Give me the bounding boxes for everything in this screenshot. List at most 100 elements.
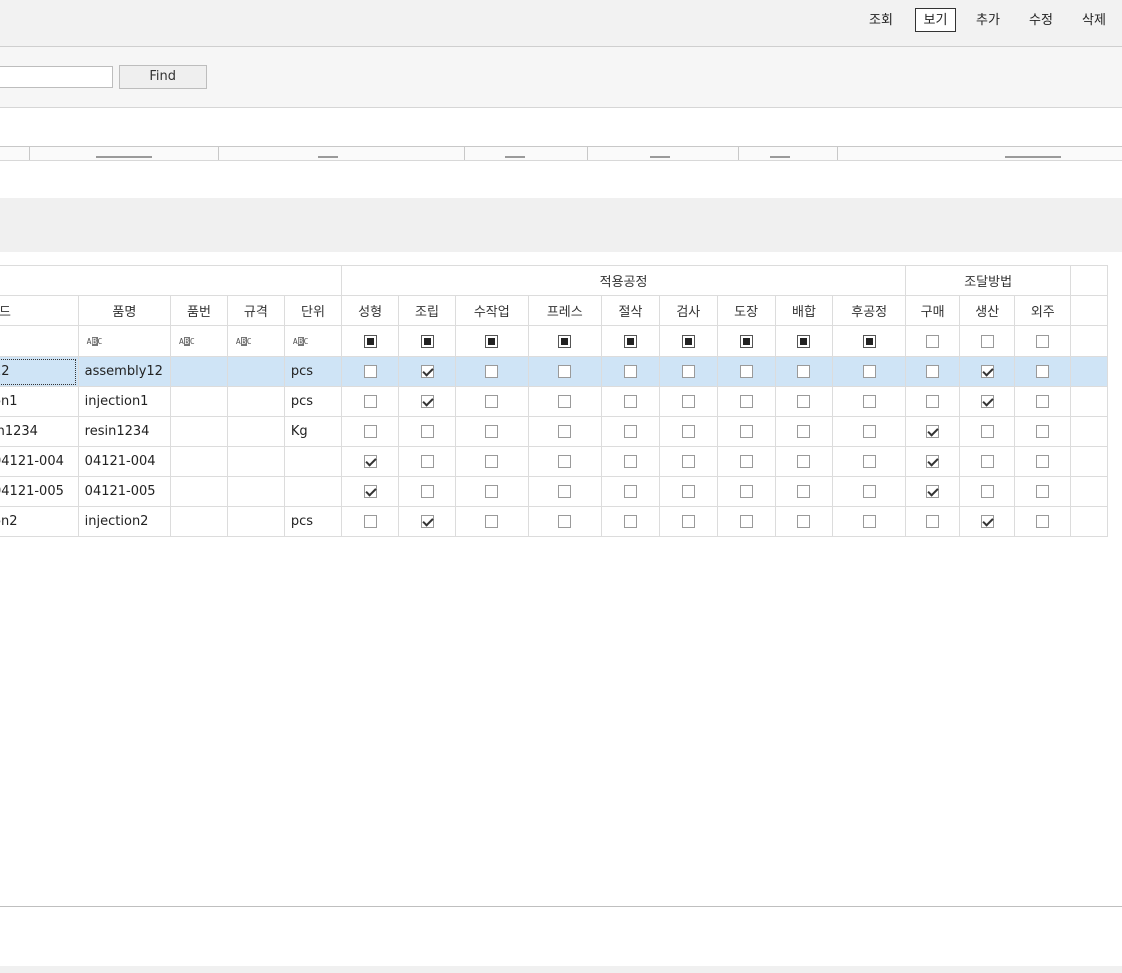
cell-inspection[interactable] bbox=[658, 416, 718, 447]
filter-checkbox-purchase[interactable] bbox=[904, 325, 961, 357]
cell-painting[interactable] bbox=[716, 386, 776, 417]
table-row[interactable]: 12assembly12 pcs bbox=[0, 356, 1108, 387]
checkbox-icon[interactable] bbox=[485, 425, 499, 438]
cell-outsourcing[interactable] bbox=[1014, 446, 1072, 477]
cell-molding[interactable] bbox=[341, 446, 400, 477]
cell-code[interactable]: 04121-004 bbox=[0, 446, 79, 477]
checkbox-icon[interactable] bbox=[363, 425, 377, 438]
filter-checkbox-post-process[interactable] bbox=[832, 325, 906, 357]
column-header-press[interactable]: 프레스 bbox=[527, 295, 603, 326]
checked-checkbox-icon[interactable] bbox=[363, 455, 377, 468]
checkbox-icon[interactable] bbox=[1036, 365, 1050, 378]
cell-outsourcing[interactable] bbox=[1014, 506, 1072, 537]
checkbox-icon[interactable] bbox=[1036, 455, 1050, 468]
checked-checkbox-icon[interactable] bbox=[980, 515, 994, 528]
column-header-purchase[interactable]: 구매 bbox=[904, 295, 961, 326]
checkbox-icon[interactable] bbox=[739, 485, 753, 498]
cell-press[interactable] bbox=[527, 386, 603, 417]
column-header-painting[interactable]: 도장 bbox=[716, 295, 776, 326]
checkbox-icon[interactable] bbox=[1036, 515, 1050, 528]
indeterminate-checkbox-icon[interactable] bbox=[862, 334, 876, 348]
filter-checkbox-molding[interactable] bbox=[341, 325, 400, 357]
checkbox-icon[interactable] bbox=[363, 365, 377, 378]
cell-manual-work[interactable] bbox=[454, 476, 529, 507]
checked-checkbox-icon[interactable] bbox=[420, 395, 434, 408]
cell-cutting[interactable] bbox=[601, 386, 660, 417]
checkbox-icon[interactable] bbox=[926, 515, 940, 528]
cell-production[interactable] bbox=[959, 356, 1016, 387]
checkbox-icon[interactable] bbox=[797, 515, 811, 528]
column-header-manual-work[interactable]: 수작업 bbox=[454, 295, 529, 326]
cell-cutting[interactable] bbox=[601, 356, 660, 387]
table-row[interactable]: 04121-005 04121-005 bbox=[0, 476, 1108, 507]
checkbox-icon[interactable] bbox=[980, 425, 994, 438]
checkbox-icon[interactable] bbox=[485, 515, 499, 528]
indeterminate-checkbox-icon[interactable] bbox=[623, 334, 637, 348]
filter-checkbox-painting[interactable] bbox=[716, 325, 776, 357]
checkbox-icon[interactable] bbox=[980, 485, 994, 498]
checkbox-icon[interactable] bbox=[681, 395, 695, 408]
cell-manual-work[interactable] bbox=[454, 416, 529, 447]
checked-checkbox-icon[interactable] bbox=[926, 425, 940, 438]
checkbox-icon[interactable] bbox=[681, 515, 695, 528]
filter-checkbox-inspection[interactable] bbox=[658, 325, 718, 357]
cell-assembly[interactable] bbox=[398, 356, 456, 387]
column-header-mixing[interactable]: 배합 bbox=[774, 295, 834, 326]
cell-name[interactable]: assembly12 bbox=[77, 356, 171, 387]
cell-inspection[interactable] bbox=[658, 506, 718, 537]
search-input[interactable] bbox=[0, 66, 113, 88]
cell-code[interactable]: on1 bbox=[0, 386, 79, 417]
cell-outsourcing[interactable] bbox=[1014, 356, 1072, 387]
column-header-production[interactable]: 생산 bbox=[959, 295, 1016, 326]
checkbox-icon[interactable] bbox=[485, 485, 499, 498]
checkbox-icon[interactable] bbox=[485, 395, 499, 408]
cell-assembly[interactable] bbox=[398, 476, 456, 507]
cell-inspection[interactable] bbox=[658, 356, 718, 387]
filter-checkbox-production[interactable] bbox=[959, 325, 1016, 357]
checkbox-icon[interactable] bbox=[558, 425, 572, 438]
checkbox-icon[interactable] bbox=[558, 365, 572, 378]
checkbox-icon[interactable] bbox=[980, 334, 994, 348]
checkbox-icon[interactable] bbox=[558, 485, 572, 498]
checkbox-icon[interactable] bbox=[623, 485, 637, 498]
text-filter-spec[interactable]: ABC bbox=[226, 325, 285, 357]
checkbox-icon[interactable] bbox=[1036, 425, 1050, 438]
cell-assembly[interactable] bbox=[398, 386, 456, 417]
cell-post-process[interactable] bbox=[832, 446, 906, 477]
cell-code[interactable]: on2 bbox=[0, 506, 79, 537]
cell-manual-work[interactable] bbox=[454, 446, 529, 477]
checkbox-icon[interactable] bbox=[797, 395, 811, 408]
cell-spec[interactable] bbox=[226, 476, 285, 507]
cell-part-no[interactable] bbox=[169, 506, 228, 537]
cell-part-no[interactable] bbox=[169, 416, 228, 447]
column-header-inspection[interactable]: 검사 bbox=[658, 295, 718, 326]
column-header-code[interactable]: 코드 bbox=[0, 295, 79, 326]
view-button[interactable]: 보기 bbox=[915, 8, 956, 32]
filter-checkbox-press[interactable] bbox=[527, 325, 603, 357]
delete-button[interactable]: 삭제 bbox=[1074, 8, 1114, 32]
table-row[interactable]: on2injection2 pcs bbox=[0, 506, 1108, 537]
checkbox-icon[interactable] bbox=[739, 365, 753, 378]
cell-molding[interactable] bbox=[341, 416, 400, 447]
cell-unit[interactable] bbox=[283, 476, 343, 507]
checkbox-icon[interactable] bbox=[926, 334, 940, 348]
cell-spec[interactable] bbox=[226, 506, 285, 537]
checkbox-icon[interactable] bbox=[926, 395, 940, 408]
checkbox-icon[interactable] bbox=[558, 515, 572, 528]
cell-manual-work[interactable] bbox=[454, 506, 529, 537]
cell-part-no[interactable] bbox=[169, 386, 228, 417]
cell-molding[interactable] bbox=[341, 476, 400, 507]
cell-manual-work[interactable] bbox=[454, 356, 529, 387]
cell-name[interactable]: injection2 bbox=[77, 506, 171, 537]
cell-unit[interactable] bbox=[283, 446, 343, 477]
cell-part-no[interactable] bbox=[169, 446, 228, 477]
indeterminate-checkbox-icon[interactable] bbox=[420, 334, 434, 348]
cell-assembly[interactable] bbox=[398, 446, 456, 477]
checkbox-icon[interactable] bbox=[485, 365, 499, 378]
cell-painting[interactable] bbox=[716, 506, 776, 537]
cell-part-no[interactable] bbox=[169, 476, 228, 507]
checkbox-icon[interactable] bbox=[363, 395, 377, 408]
checkbox-icon[interactable] bbox=[797, 455, 811, 468]
cell-production[interactable] bbox=[959, 506, 1016, 537]
checkbox-icon[interactable] bbox=[623, 455, 637, 468]
